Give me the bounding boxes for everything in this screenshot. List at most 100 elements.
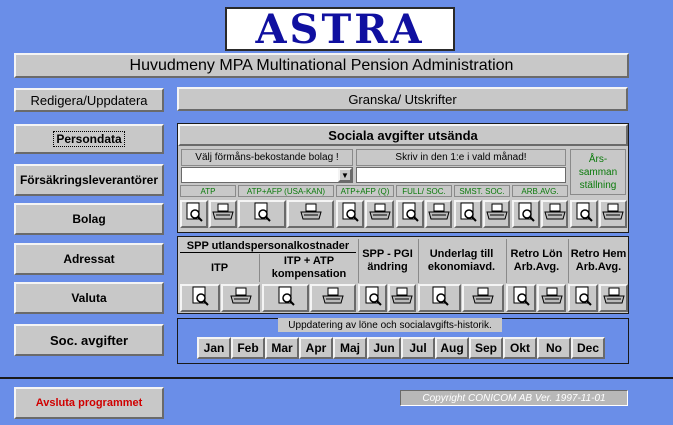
underlag-label: Underlag till ekonomiavd.	[418, 239, 504, 283]
q-preview-button[interactable]	[336, 200, 364, 228]
month-button-maj[interactable]: Maj	[333, 337, 367, 359]
month-button-okt-label: Okt	[509, 341, 530, 355]
month-button-jan[interactable]: Jan	[197, 337, 231, 359]
column-label-smst-soc-text: SMST. SOC.	[459, 186, 505, 196]
month-button-feb-label: Feb	[237, 341, 259, 355]
magnifier-page-icon	[341, 202, 359, 227]
magnifier-page-icon	[185, 202, 203, 227]
companies-button[interactable]: Bolag	[14, 203, 164, 235]
annual-summary-label-text: Års- samman ställning	[578, 153, 618, 191]
social-fees-button-label: Soc. avgifter	[49, 332, 129, 348]
company-select[interactable]: ▼	[181, 167, 353, 183]
history-label: Uppdatering av löne och socialavgifts-hi…	[278, 318, 502, 332]
pgi-label-text: SPP - PGI ändring	[362, 248, 413, 273]
copyright-label: Copyright CONICOM AB Ver. 1997-11-01	[400, 390, 628, 406]
column-label-atp-afp-q: ATP+AFP (Q)	[336, 185, 394, 197]
itp-preview-button[interactable]	[180, 284, 220, 312]
magnifier-page-icon	[431, 286, 449, 311]
chevron-down-icon[interactable]: ▼	[338, 168, 352, 182]
month-button-apr-label: Apr	[305, 341, 327, 355]
usa-kan-preview-button[interactable]	[238, 200, 286, 228]
month-button-dec-label: Dec	[576, 341, 599, 355]
itp-label-text: ITP	[210, 262, 229, 274]
retro-hem-label: Retro Hem Arb.Avg.	[568, 239, 628, 283]
summary-print-button[interactable]	[599, 200, 627, 228]
page-title: Huvudmeny MPA Multinational Pension Admi…	[14, 53, 629, 78]
addressee-button[interactable]: Adressat	[14, 243, 164, 275]
month-button-aug[interactable]: Aug	[435, 337, 469, 359]
logo-text: ASTRA	[255, 5, 425, 53]
month-button-maj-label: Maj	[339, 341, 360, 355]
retro-hem-preview-button[interactable]	[568, 284, 598, 312]
month-button-sep-label: Sep	[474, 341, 497, 355]
month-button-mar[interactable]: Mar	[265, 337, 299, 359]
month-button-jul-label: Jul	[409, 341, 427, 355]
insurers-button-label: Försäkringsleverantörer	[19, 173, 159, 187]
magnifier-page-icon	[517, 202, 535, 227]
month-button-mar-label: Mar	[271, 341, 293, 355]
review-section-header-label: Granska/ Utskrifter	[348, 91, 457, 107]
itp-atp-preview-button[interactable]	[262, 284, 309, 312]
printer-icon	[602, 287, 625, 310]
magnifier-page-icon	[574, 286, 592, 311]
social-fees-title: Sociala avgifter utsända	[178, 124, 628, 146]
social-fees-button[interactable]: Soc. avgifter	[14, 324, 164, 356]
summary-preview-button[interactable]	[570, 200, 598, 228]
month-button-jan-label: Jan	[203, 341, 225, 355]
underlag-preview-button[interactable]	[418, 284, 461, 312]
month-button-jun[interactable]: Jun	[367, 337, 401, 359]
smst-soc-print-button[interactable]	[483, 200, 510, 228]
atp-preview-button[interactable]	[180, 200, 208, 228]
history-label-text: Uppdatering av löne och socialavgifts-hi…	[288, 319, 492, 331]
spp-title-text: SPP utlandspersonalkostnader	[186, 239, 350, 252]
column-label-smst-soc: SMST. SOC.	[454, 185, 510, 197]
column-label-atp: ATP	[180, 185, 236, 197]
bottom-divider	[0, 377, 673, 379]
month-button-sep[interactable]: Sep	[469, 337, 503, 359]
printer-icon	[212, 203, 234, 226]
itp-atp-print-button[interactable]	[310, 284, 356, 312]
printer-icon	[485, 203, 508, 226]
arb-avg-print-button[interactable]	[541, 200, 568, 228]
month-button-jul[interactable]: Jul	[401, 337, 435, 359]
retro-hem-print-button[interactable]	[599, 284, 628, 312]
pgi-label: SPP - PGI ändring	[358, 239, 416, 283]
month-hint-label-text: Skriv in den 1:e i vald månad!	[395, 152, 527, 163]
magnifier-page-icon	[253, 202, 271, 227]
month-button-apr[interactable]: Apr	[299, 337, 333, 359]
select-company-label-text: Välj förmåns-bekostande bolag !	[195, 152, 339, 163]
printer-icon	[427, 203, 450, 226]
annual-summary-label: Års- samman ställning	[570, 149, 626, 195]
underlag-print-button[interactable]	[462, 284, 504, 312]
magnifier-page-icon	[364, 286, 382, 311]
retro-lon-label-text: Retro Lön Arb.Avg.	[510, 248, 563, 273]
retro-lon-print-button[interactable]	[537, 284, 566, 312]
month-date-input[interactable]	[356, 167, 566, 183]
month-button-feb[interactable]: Feb	[231, 337, 265, 359]
printer-icon	[602, 203, 624, 226]
insurers-button[interactable]: Försäkringsleverantörer	[14, 164, 164, 196]
retro-lon-preview-button[interactable]	[506, 284, 536, 312]
addressee-button-label: Adressat	[63, 252, 115, 266]
month-button-nov[interactable]: No	[537, 337, 571, 359]
atp-print-button[interactable]	[209, 200, 237, 228]
currency-button[interactable]: Valuta	[14, 282, 164, 314]
column-label-atp-afp-usa-kan: ATP+AFP (USA-KAN)	[238, 185, 334, 197]
full-soc-print-button[interactable]	[425, 200, 452, 228]
pgi-preview-button[interactable]	[358, 284, 387, 312]
month-button-okt[interactable]: Okt	[503, 337, 537, 359]
arb-avg-preview-button[interactable]	[512, 200, 540, 228]
retro-hem-label-text: Retro Hem Arb.Avg.	[570, 248, 627, 273]
itp-print-button[interactable]	[221, 284, 260, 312]
edit-section-header-label: Redigera/Uppdatera	[30, 92, 148, 108]
pgi-print-button[interactable]	[388, 284, 416, 312]
column-label-full-soc: FULL/ SOC.	[396, 185, 452, 197]
q-print-button[interactable]	[365, 200, 394, 228]
full-soc-preview-button[interactable]	[396, 200, 424, 228]
usa-kan-print-button[interactable]	[287, 200, 334, 228]
month-button-dec[interactable]: Dec	[571, 337, 605, 359]
persondata-button[interactable]: Persondata	[14, 124, 164, 154]
smst-soc-preview-button[interactable]	[454, 200, 482, 228]
month-button-aug-label: Aug	[440, 341, 464, 355]
exit-button[interactable]: Avsluta programmet	[14, 387, 164, 419]
